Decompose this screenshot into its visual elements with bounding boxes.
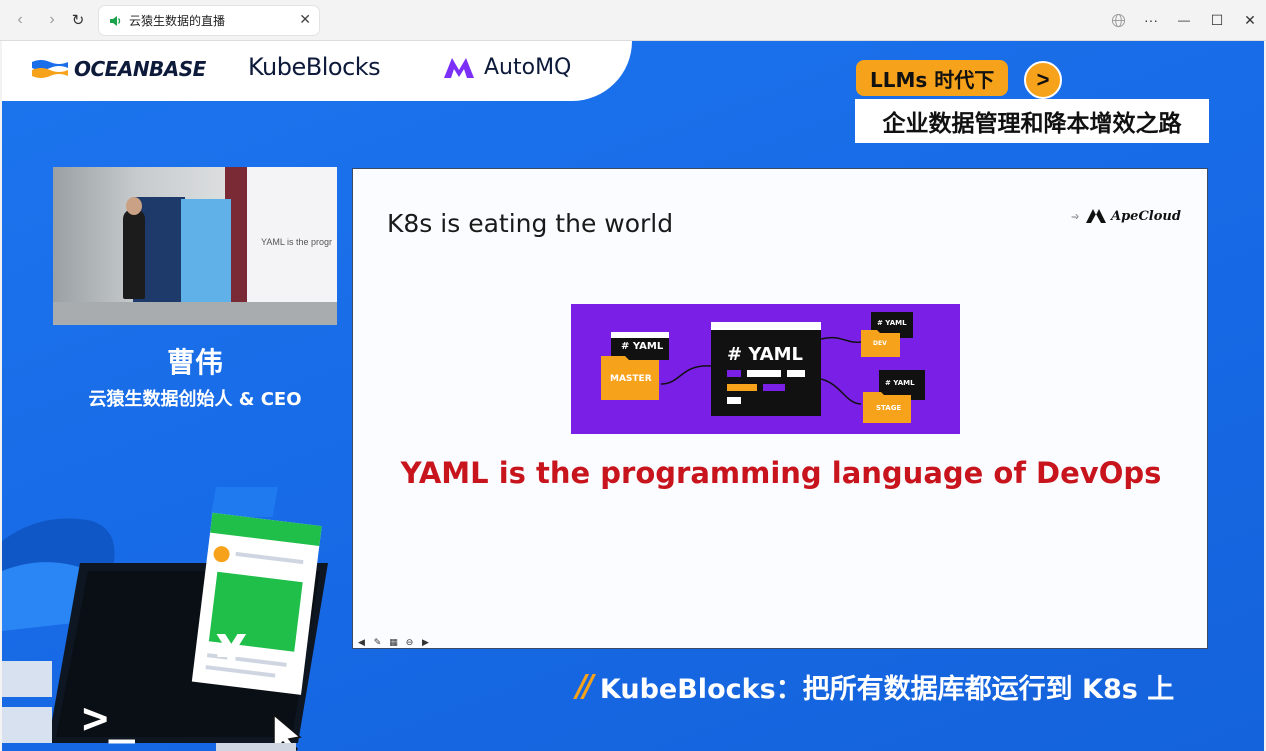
slide-controls: ◀ ✎ ▦ ⊖ ▶ xyxy=(355,637,432,647)
forward-button[interactable]: › xyxy=(40,8,64,32)
speaker-icon xyxy=(107,13,123,29)
chevron-right-icon: > xyxy=(1024,61,1062,99)
translate-button[interactable] xyxy=(1104,8,1132,32)
forward-icon: › xyxy=(49,11,55,28)
dev-folder-label: DEV xyxy=(873,340,887,347)
reload-button[interactable]: ↻ xyxy=(66,8,90,32)
master-folder-label: MASTER xyxy=(610,374,652,384)
topic-tag: LLMs 时代下 xyxy=(856,60,1009,96)
reload-icon: ↻ xyxy=(71,12,85,29)
sponsor-logo-banner: OCEANBASE KubeBlocks AutoMQ xyxy=(2,41,632,101)
pen-icon[interactable]: ✎ xyxy=(371,637,384,647)
browser-tab[interactable]: 云猿生数据的直播 ✕ xyxy=(99,6,319,35)
maximize-icon: ☐ xyxy=(1210,11,1224,28)
bottom-caption: // KubeBlocks：把所有数据库都运行到 K8s 上 xyxy=(576,667,1174,706)
close-window-button[interactable]: ✕ xyxy=(1236,8,1264,32)
live-stream-video[interactable]: OCEANBASE KubeBlocks AutoMQ LLMs 时代下 > 企… xyxy=(2,41,1264,751)
back-icon: ‹ xyxy=(17,11,23,28)
slide-caption: YAML is the programming language of DevO… xyxy=(400,456,1162,490)
slash-decoration: // xyxy=(576,669,594,704)
speaker-camera-feed: YAML is the progr xyxy=(53,167,337,325)
stage-folder-label: STAGE xyxy=(876,404,902,412)
terminal-prompt-icon: >_ xyxy=(82,693,135,744)
more-icon: ··· xyxy=(1144,12,1158,28)
tab-title: 云猿生数据的直播 xyxy=(129,14,226,28)
yen-icon: ¥ xyxy=(216,626,247,677)
speaker-figure xyxy=(123,209,145,299)
more-button[interactable]: ··· xyxy=(1137,8,1165,32)
prev-slide-icon[interactable]: ◀ xyxy=(355,637,368,647)
maximize-button[interactable]: ☐ xyxy=(1203,8,1231,32)
back-button[interactable]: ‹ xyxy=(8,8,32,32)
bottom-caption-text: KubeBlocks：把所有数据库都运行到 K8s 上 xyxy=(599,674,1175,705)
left-yaml-label: # YAML xyxy=(621,341,664,352)
automq-logo: AutoMQ xyxy=(442,55,571,80)
zoom-icon[interactable]: ⊖ xyxy=(403,637,416,647)
browser-toolbar: ‹ › ↻ 云猿生数据的直播 ✕ ··· — ☐ ✕ xyxy=(0,0,1266,41)
apecloud-logo: --› ApeCloud xyxy=(1071,208,1181,224)
topic-title: 企业数据管理和降本增效之路 xyxy=(855,99,1209,143)
presentation-slide: K8s is eating the world --› ApeCloud # Y… xyxy=(352,168,1208,649)
globe-icon xyxy=(1111,13,1125,27)
decorative-illustration: ¥ >_ xyxy=(2,481,342,751)
close-tab-icon[interactable]: ✕ xyxy=(299,11,311,28)
dev-yaml-label: # YAML xyxy=(877,319,907,327)
minimize-icon: — xyxy=(1178,13,1190,27)
projector-screen: YAML is the progr xyxy=(247,167,337,307)
speaker-name: 曹伟 xyxy=(166,346,223,379)
kubeblocks-logo: KubeBlocks xyxy=(248,53,381,81)
minimize-button[interactable]: — xyxy=(1170,8,1198,32)
close-icon: ✕ xyxy=(1244,11,1256,28)
grid-icon[interactable]: ▦ xyxy=(387,637,400,647)
speaker-title: 云猿生数据创始人 & CEO xyxy=(88,389,302,410)
stage-yaml-label: # YAML xyxy=(885,379,915,387)
main-yaml-label: # YAML xyxy=(727,344,803,365)
slide-title: K8s is eating the world xyxy=(387,209,674,238)
next-slide-icon[interactable]: ▶ xyxy=(419,637,432,647)
oceanbase-logo: OCEANBASE xyxy=(32,57,206,81)
yaml-devops-diagram: # YAML # YAML MASTER # YAML DEV # YAML S… xyxy=(571,304,960,434)
